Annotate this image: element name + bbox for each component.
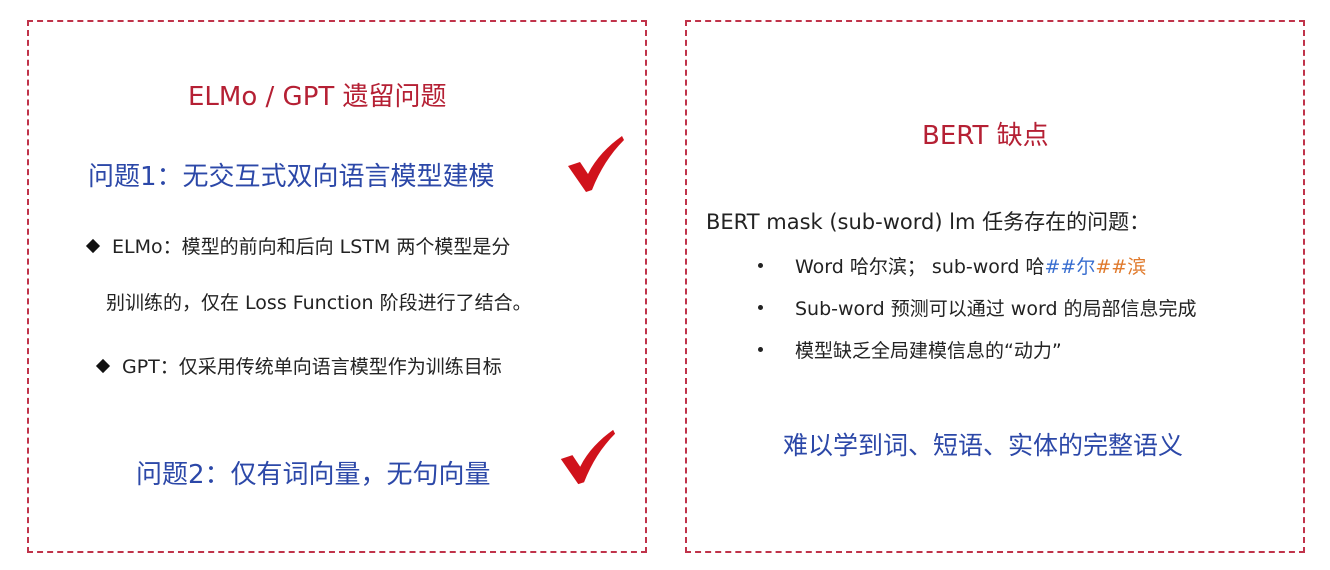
- conclusion-text: 难以学到词、短语、实体的完整语义: [783, 431, 1184, 460]
- bullet-elmo-line1: ELMo：模型的前向和后向 LSTM 两个模型是分: [112, 236, 511, 258]
- bullet-word: Word 哈尔滨； sub-word 哈##尔##滨: [758, 252, 1146, 279]
- bullet-gpt-text: GPT：仅采用传统单向语言模型作为训练目标: [122, 356, 502, 378]
- bullet-global: 模型缺乏全局建模信息的“动力”: [758, 336, 1062, 363]
- bullet-global-text: 模型缺乏全局建模信息的“动力”: [795, 340, 1062, 362]
- bullet-subword: Sub-word 预测可以通过 word 的局部信息完成: [758, 294, 1197, 321]
- left-title: ELMo / GPT 遗留问题: [188, 82, 447, 112]
- dot-bullet-icon: [758, 347, 763, 352]
- bullet-elmo: ELMo：模型的前向和后向 LSTM 两个模型是分: [85, 232, 511, 259]
- dot-bullet-icon: [758, 305, 763, 310]
- bullet-word-prefix: Word 哈尔滨； sub-word 哈: [795, 256, 1045, 278]
- subword-char-er: 尔: [1076, 256, 1096, 278]
- right-panel: [685, 20, 1305, 553]
- problem2-heading: 问题2：仅有词向量，无句向量: [136, 460, 491, 490]
- hash-marker: ##: [1044, 256, 1077, 278]
- right-title: BERT 缺点: [922, 121, 1049, 151]
- checkmark-icon: [560, 429, 616, 485]
- problem1-heading: 问题1：无交互式双向语言模型建模: [88, 162, 495, 192]
- diamond-bullet-icon: [95, 358, 111, 373]
- bert-intro: BERT mask (sub-word) lm 任务存在的问题：: [706, 210, 1151, 234]
- hash-marker: ##: [1095, 256, 1128, 278]
- subword-char-bin: 滨: [1127, 256, 1147, 278]
- checkmark-icon: [568, 136, 624, 192]
- diamond-bullet-icon: [85, 238, 101, 253]
- bullet-elmo-line2: 别训练的，仅在 Loss Function 阶段进行了结合。: [106, 292, 532, 314]
- bullet-gpt: GPT：仅采用传统单向语言模型作为训练目标: [95, 352, 502, 379]
- bullet-subword-text: Sub-word 预测可以通过 word 的局部信息完成: [795, 298, 1197, 320]
- dot-bullet-icon: [758, 263, 763, 268]
